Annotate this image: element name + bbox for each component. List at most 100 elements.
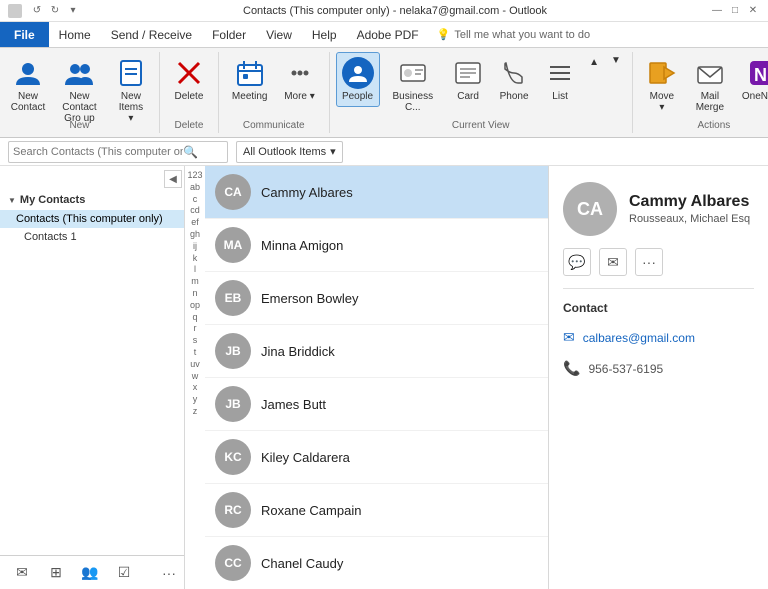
menu-home[interactable]: Home	[49, 22, 101, 47]
close-btn[interactable]: ✕	[746, 4, 760, 18]
alpha-n[interactable]: n	[192, 288, 197, 299]
bottom-nav-tasks[interactable]: ☑	[110, 559, 138, 587]
contact-item-cc[interactable]: CCChanel Caudy	[205, 537, 548, 589]
mail-merge-icon	[694, 57, 726, 89]
customize-btn[interactable]: ▾	[66, 4, 80, 18]
contact-name-jb: Jina Briddick	[261, 344, 335, 359]
contact-name-ca: Cammy Albares	[261, 185, 353, 200]
alpha-x[interactable]: x	[193, 382, 198, 393]
onenote-button[interactable]: N OneNote	[735, 52, 768, 107]
alpha-ab[interactable]: ab	[190, 182, 200, 193]
alpha-z[interactable]: z	[193, 406, 198, 417]
ribbon-group-delete: Delete Delete	[160, 52, 219, 133]
phone-view-button[interactable]: Phone	[492, 52, 536, 107]
menu-view[interactable]: View	[256, 22, 302, 47]
contact-item-eb[interactable]: EBEmerson Bowley	[205, 272, 548, 325]
alpha-r[interactable]: r	[194, 323, 197, 334]
bottom-nav-people[interactable]: 👥	[76, 559, 104, 587]
alpha-ef[interactable]: ef	[191, 217, 199, 228]
delete-button[interactable]: Delete	[166, 52, 212, 107]
menu-file[interactable]: File	[0, 22, 49, 47]
contact-item-jb2[interactable]: JBJames Butt	[205, 378, 548, 431]
bottom-nav-mail[interactable]: ✉	[8, 559, 36, 587]
maximize-btn[interactable]: □	[728, 4, 742, 18]
my-contacts-header: ▼ My Contacts	[0, 190, 184, 210]
contact-item-ca[interactable]: CACammy Albares	[205, 166, 548, 219]
alpha-w[interactable]: w	[192, 371, 199, 382]
contact-item-ma[interactable]: MAMinna Amigon	[205, 219, 548, 272]
new-contact-group-icon	[63, 57, 95, 89]
tell-me-text[interactable]: Tell me what you want to do	[454, 29, 590, 41]
detail-chat-button[interactable]: 💬	[563, 248, 591, 276]
alpha-c[interactable]: c	[193, 194, 198, 205]
new-contact-label: NewContact	[11, 91, 45, 113]
move-label: Move▾	[650, 91, 674, 113]
contact-item-kc[interactable]: KCKiley Caldarera	[205, 431, 548, 484]
bottom-nav: ✉ ⊞ 👥 ☑ ···	[0, 555, 184, 589]
menu-adobe-pdf[interactable]: Adobe PDF	[347, 22, 429, 47]
sidebar-item-contacts-this-computer[interactable]: Contacts (This computer only)	[0, 210, 184, 228]
more-button[interactable]: More ▾	[277, 52, 323, 107]
alpha-y[interactable]: y	[193, 394, 198, 405]
detail-email-value[interactable]: calbares@gmail.com	[583, 331, 695, 345]
redo-btn[interactable]: ↻	[48, 4, 62, 18]
title-text: Contacts (This computer only) - nelaka7@…	[243, 5, 547, 17]
contact-item-jb[interactable]: JBJina Briddick	[205, 325, 548, 378]
new-items-button[interactable]: NewItems ▾	[109, 52, 153, 129]
view-scroll-up[interactable]: ▲	[584, 52, 604, 71]
move-button[interactable]: Move▾	[639, 52, 685, 118]
sidebar-item-contacts-1[interactable]: Contacts 1	[0, 228, 184, 246]
search-box[interactable]: 🔍	[8, 141, 228, 163]
alpha-s[interactable]: s	[193, 335, 198, 346]
outlook-icon	[8, 4, 22, 18]
menu-folder[interactable]: Folder	[202, 22, 256, 47]
scope-dropdown[interactable]: All Outlook Items ▾	[236, 141, 343, 163]
view-scroll-down[interactable]: ▼	[606, 52, 626, 69]
delete-icon	[173, 57, 205, 89]
minimize-btn[interactable]: —	[710, 4, 724, 18]
alpha-op[interactable]: op	[190, 300, 200, 311]
meeting-button[interactable]: Meeting	[225, 52, 275, 107]
alpha-index: 123 ab c cd ef gh ij k l m n op q r s t …	[185, 166, 205, 589]
undo-btn[interactable]: ↺	[30, 4, 44, 18]
alpha-gh[interactable]: gh	[190, 229, 200, 240]
alpha-uv[interactable]: uv	[190, 359, 200, 370]
new-contact-button[interactable]: NewContact	[6, 52, 50, 118]
contact-list-wrapper: 123 ab c cd ef gh ij k l m n op q r s t …	[185, 166, 548, 589]
new-contact-group-button[interactable]: New ContactGro up	[52, 52, 107, 129]
detail-info: Cammy Albares Rousseaux, Michael Esq	[629, 193, 750, 225]
alpha-t[interactable]: t	[194, 347, 197, 358]
bottom-nav-more[interactable]: ···	[162, 565, 176, 581]
alpha-l[interactable]: l	[194, 264, 196, 275]
menu-send-receive[interactable]: Send / Receive	[101, 22, 202, 47]
search-input[interactable]	[13, 146, 183, 158]
alpha-q[interactable]: q	[192, 312, 197, 323]
alpha-k[interactable]: k	[193, 253, 198, 264]
business-card-view-button[interactable]: Business C...	[382, 52, 445, 118]
menu-help[interactable]: Help	[302, 22, 347, 47]
detail-email-button[interactable]: ✉	[599, 248, 627, 276]
ribbon-group-new-label: New	[0, 120, 159, 131]
delete-label: Delete	[174, 91, 203, 102]
card-view-button[interactable]: Card	[446, 52, 490, 107]
alpha-ij[interactable]: ij	[193, 241, 197, 252]
search-icon: 🔍	[183, 145, 198, 159]
alpha-cd[interactable]: cd	[190, 205, 200, 216]
contact-avatar-ma: MA	[215, 227, 251, 263]
ribbon-group-delete-label: Delete	[160, 120, 218, 131]
main-layout: ◀ ▼ My Contacts Contacts (This computer …	[0, 166, 768, 589]
alpha-123[interactable]: 123	[187, 170, 202, 181]
phone-view-label: Phone	[500, 91, 529, 102]
list-view-button[interactable]: List	[538, 52, 582, 107]
contact-item-rc[interactable]: RCRoxane Campain	[205, 484, 548, 537]
ribbon-group-actions: Move▾ MailMerge N OneNote Actions	[633, 52, 768, 133]
mail-merge-button[interactable]: MailMerge	[687, 52, 733, 118]
detail-initials: CA	[577, 199, 603, 220]
detail-more-button[interactable]: ···	[635, 248, 663, 276]
contact-list: CACammy AlbaresMAMinna AmigonEBEmerson B…	[205, 166, 548, 589]
window-controls: — □ ✕	[710, 4, 760, 18]
bottom-nav-calendar[interactable]: ⊞	[42, 559, 70, 587]
alpha-m[interactable]: m	[191, 276, 199, 287]
people-view-button[interactable]: People	[336, 52, 380, 107]
sidebar-collapse-button[interactable]: ◀	[164, 170, 182, 188]
